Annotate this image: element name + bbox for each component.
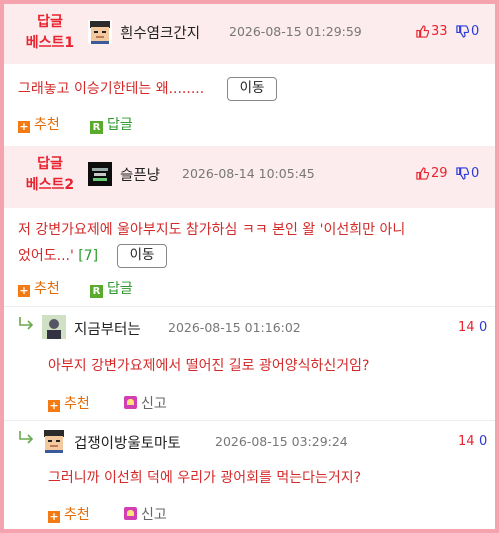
reply-label: 답글: [107, 281, 133, 297]
comment-date: 2026-08-14 10:05:45: [182, 166, 315, 181]
nickname[interactable]: 지금부터는: [74, 318, 141, 339]
comment-body: 저 강변가요제에 울아부지도 참가하심 ㅋㅋ 본인 왈 '이선희만 아니 었어도…: [18, 217, 405, 269]
recommend-label: 추천: [34, 281, 60, 297]
upvote-count: 29: [431, 166, 448, 181]
report-button[interactable]: 신고: [124, 504, 167, 524]
downvote-count[interactable]: 0: [479, 434, 487, 449]
avatar[interactable]: [88, 162, 112, 186]
move-button[interactable]: 이동: [226, 77, 278, 101]
comment-date: 2026-08-15 01:16:02: [168, 320, 301, 335]
comment-text: 그래놓고 이승기한테는 왜........: [18, 81, 205, 97]
recommend-label: 추천: [34, 117, 60, 133]
recommend-label: 추천: [64, 507, 90, 523]
comment-body: 그래놓고 이승기한테는 왜........ 이동: [18, 76, 278, 102]
plus-icon: +: [18, 284, 30, 297]
downvote-count[interactable]: 0: [479, 320, 487, 335]
recommend-button[interactable]: + 추천: [48, 504, 90, 524]
best-badge-line1: 답글: [37, 156, 63, 172]
downvote-count: 0: [471, 166, 480, 181]
upvote-count[interactable]: 14: [458, 320, 475, 335]
report-icon: [124, 396, 137, 409]
nickname[interactable]: 슬픈냥: [120, 164, 160, 185]
reply-arrow-icon: [18, 316, 34, 334]
best-badge-line2: 베스트2: [25, 177, 75, 193]
comment-text: 그러니까 이선희 덕에 우리가 광어회를 먹는다는거지?: [48, 470, 362, 486]
recommend-label: 추천: [64, 396, 90, 412]
downvote-count: 0: [471, 24, 480, 39]
thumbs-down-icon: [456, 25, 470, 38]
comment-date: 2026-08-15 01:29:59: [229, 24, 362, 39]
plus-icon: +: [48, 399, 60, 412]
reply-button[interactable]: R 답글: [90, 278, 133, 298]
report-label: 신고: [141, 396, 167, 412]
downvote-button[interactable]: 0: [456, 166, 479, 181]
comment-text: 아부지 강변가요제에서 떨어진 길로 광어양식하신거임?: [48, 358, 370, 374]
upvote-button[interactable]: 33: [416, 24, 448, 39]
reply-r-icon: R: [90, 121, 103, 134]
thumbs-down-icon: [456, 167, 470, 180]
comment-list: 답글 베스트1 흰수염크간지 2026-08-15 01:29:59 33 0 …: [4, 4, 495, 529]
reply-button[interactable]: R 답글: [90, 114, 133, 134]
upvote-count[interactable]: 14: [458, 434, 475, 449]
best-badge-line1: 답글: [37, 14, 63, 30]
thumbs-up-icon: [416, 167, 430, 180]
comment-text-line1: 저 강변가요제에 울아부지도 참가하심 ㅋㅋ 본인 왈 '이선희만 아니: [18, 222, 406, 238]
divider: [4, 420, 495, 421]
best-badge-line2: 베스트1: [25, 35, 75, 51]
avatar[interactable]: [42, 429, 66, 453]
move-button[interactable]: 이동: [116, 244, 168, 268]
best-badge: 답글 베스트2: [14, 154, 86, 196]
nickname[interactable]: 흰수염크간지: [120, 22, 200, 43]
report-button[interactable]: 신고: [124, 393, 167, 413]
nickname[interactable]: 겁쟁이방울토마토: [74, 432, 181, 453]
upvote-count: 33: [431, 24, 448, 39]
comment-text-line2: 었어도...': [18, 248, 74, 264]
downvote-button[interactable]: 0: [456, 24, 479, 39]
plus-icon: +: [18, 120, 30, 133]
reply-r-icon: R: [90, 285, 103, 298]
reply-arrow-icon: [18, 430, 34, 448]
report-label: 신고: [141, 507, 167, 523]
thumbs-up-icon: [416, 25, 430, 38]
best-comment-1-header: 답글 베스트1 흰수염크간지 2026-08-15 01:29:59 33 0: [4, 4, 495, 64]
recommend-button[interactable]: + 추천: [48, 393, 90, 413]
plus-icon: +: [48, 510, 60, 523]
best-comment-2-header: 답글 베스트2 슬픈냥 2026-08-14 10:05:45 29 0: [4, 146, 495, 208]
comment-date: 2026-08-15 03:29:24: [215, 434, 348, 449]
reply-label: 답글: [107, 117, 133, 133]
upvote-button[interactable]: 29: [416, 166, 448, 181]
divider: [4, 306, 495, 307]
reply-count[interactable]: [7]: [78, 248, 98, 264]
recommend-button[interactable]: + 추천: [18, 278, 60, 298]
best-badge: 답글 베스트1: [14, 12, 86, 54]
recommend-button[interactable]: + 추천: [18, 114, 60, 134]
avatar[interactable]: [42, 315, 66, 339]
report-icon: [124, 507, 137, 520]
avatar[interactable]: [88, 20, 112, 44]
